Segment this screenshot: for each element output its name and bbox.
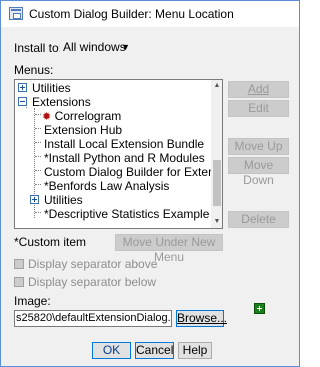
tree-connector [35, 170, 41, 171]
title-bar: Custom Dialog Builder: Menu Location [1, 1, 299, 27]
move-down-button-label: Move Down [243, 158, 274, 187]
star-icon: ✹ [42, 111, 52, 123]
tree-item-install-local-bundle[interactable]: Install Local Extension Bundle [44, 137, 204, 151]
chevron-down-icon: ▼ [121, 42, 130, 52]
tree-item-label: Utilities [32, 81, 71, 95]
tree-connector [35, 114, 41, 115]
custom-dialog-builder-window: Custom Dialog Builder: Menu Location Ins… [0, 0, 300, 367]
cancel-button[interactable]: Cancel [135, 342, 174, 359]
separator-above-checkbox[interactable] [14, 259, 24, 269]
help-button-label: Help [182, 343, 208, 357]
scroll-up-icon[interactable]: ▲ [211, 80, 222, 92]
tree-item-benfords-law[interactable]: *Benfords Law Analysis [44, 179, 169, 193]
install-to-label: Install to: [14, 41, 63, 55]
move-down-button[interactable]: Move Down [228, 157, 289, 187]
add-button-label: Add [247, 82, 270, 96]
scroll-down-icon[interactable]: ▼ [211, 216, 222, 228]
tree-item-label: Custom Dialog Builder for Extensions [44, 165, 223, 179]
expand-icon[interactable] [18, 83, 27, 92]
menu-tree[interactable]: Utilities Extensions ✹ Correlogram Exten… [14, 79, 223, 229]
tree-item-label: Extension Hub [44, 123, 123, 137]
move-up-button[interactable]: Move Up [228, 138, 289, 155]
collapse-icon[interactable] [18, 97, 27, 106]
menus-label: Menus: [14, 63, 54, 77]
install-to-value: All windows [63, 40, 126, 54]
tree-connector [35, 156, 41, 157]
tree-item-label: Install Local Extension Bundle [44, 137, 205, 151]
cancel-button-label: Cancel [136, 343, 174, 357]
edit-button-label: Edit [248, 101, 269, 115]
tree-connector [35, 212, 41, 213]
tree-item-label: Utilities [44, 193, 83, 207]
ok-button[interactable]: OK [92, 342, 131, 359]
tree-item-label: Correlogram [54, 109, 122, 123]
tree-item-correlogram[interactable]: ✹ Correlogram [42, 109, 121, 123]
help-button[interactable]: Help [178, 342, 212, 359]
scroll-thumb[interactable] [213, 160, 221, 206]
delete-button[interactable]: Delete [228, 211, 289, 228]
separator-above-label: Display separator above [28, 257, 158, 271]
tree-item-label: Extensions [32, 95, 91, 109]
move-up-button-label: Move Up [234, 139, 283, 153]
tree-item-label: *Benfords Law Analysis [44, 179, 170, 193]
tree-connector [35, 142, 41, 143]
edit-button[interactable]: Edit [228, 100, 289, 117]
browse-button-label: Browse... [177, 311, 228, 325]
image-label: Image: [14, 294, 51, 308]
tree-connector [35, 128, 41, 129]
app-icon [9, 7, 23, 20]
separator-below-label: Display separator below [28, 275, 157, 289]
tree-item-custom-dialog-builder[interactable]: Custom Dialog Builder for Extensions [44, 165, 223, 179]
add-image-icon[interactable] [254, 303, 265, 314]
custom-item-note: *Custom item [14, 235, 87, 249]
add-button[interactable]: Add [228, 81, 289, 98]
move-under-new-menu-button[interactable]: Move Under New Menu [115, 234, 223, 264]
ok-button-label: OK [102, 343, 121, 357]
install-to-dropdown[interactable]: All windows ▼ [60, 39, 132, 56]
delete-button-label: Delete [241, 212, 276, 226]
expand-icon[interactable] [30, 195, 39, 204]
image-path-field[interactable]: s25820\defaultExtensionDialog.png [14, 310, 172, 327]
tree-item-install-python-r[interactable]: *Install Python and R Modules [44, 151, 205, 165]
browse-button[interactable]: Browse... [176, 310, 228, 327]
tree-item-extension-hub[interactable]: Extension Hub [44, 123, 122, 137]
separator-below-checkbox[interactable] [14, 277, 24, 287]
image-path-value: s25820\defaultExtensionDialog.png [16, 312, 172, 324]
tree-scrollbar[interactable]: ▲ ▼ [211, 80, 222, 228]
tree-item-descriptive-stats[interactable]: *Descriptive Statistics Example [44, 207, 209, 221]
tree-item-label: *Descriptive Statistics Example [44, 207, 210, 221]
window-title: Custom Dialog Builder: Menu Location [29, 7, 234, 21]
tree-connector [35, 184, 41, 185]
tree-item-label: *Install Python and R Modules [44, 151, 205, 165]
